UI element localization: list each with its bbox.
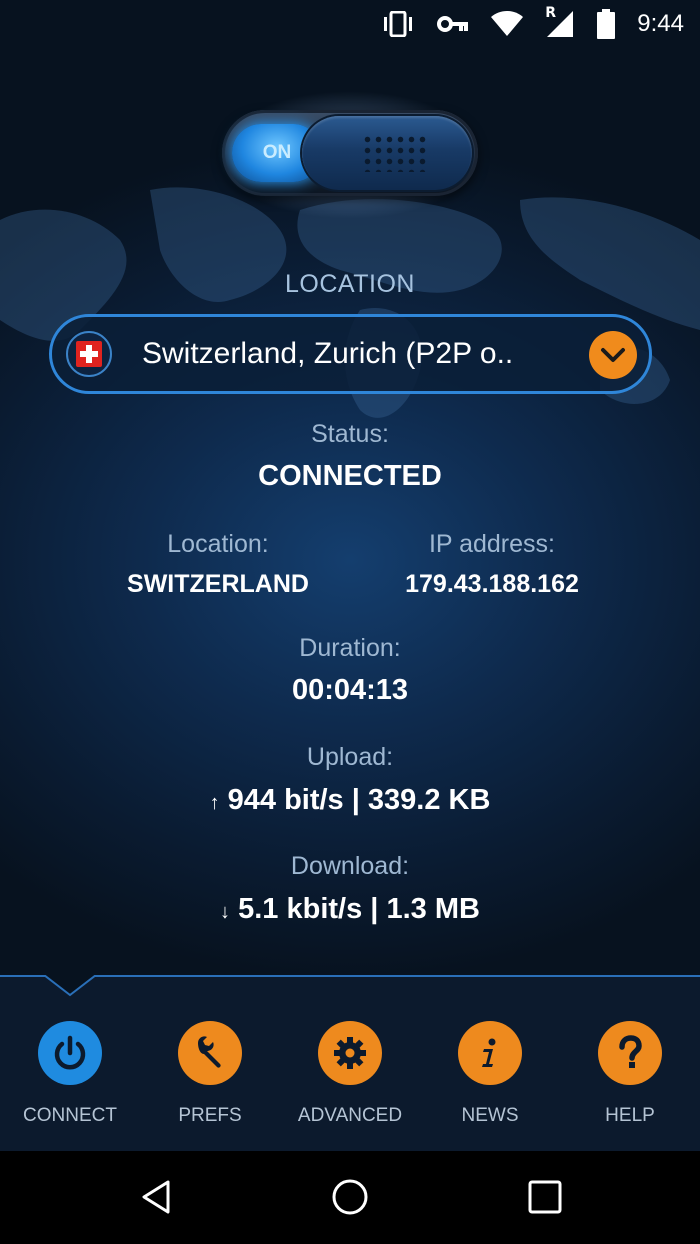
download-label: Download:	[290, 852, 410, 880]
nav-advanced-circle	[318, 1021, 382, 1085]
status-label: Status:	[311, 420, 389, 448]
vpn-key-icon	[437, 16, 469, 32]
location-heading: LOCATION	[285, 270, 415, 298]
nav-advanced[interactable]: ADVANCED	[280, 1021, 420, 1127]
ip-label: IP address:	[428, 530, 555, 558]
nav-advanced-label: ADVANCED	[297, 1105, 403, 1126]
gear-icon	[334, 1037, 366, 1069]
nav-connect[interactable]: CONNECT	[0, 1021, 140, 1127]
toggle-knob[interactable]	[302, 116, 472, 190]
system-navigation-bar	[0, 1151, 700, 1244]
vpn-toggle-switch[interactable]: ON	[222, 110, 478, 196]
ip-value: 179.43.188.162	[405, 570, 579, 598]
vibrate-icon	[384, 11, 413, 37]
nav-news[interactable]: NEWS	[420, 1021, 560, 1127]
nav-connect-label: CONNECT	[23, 1105, 117, 1126]
recents-icon[interactable]	[528, 1180, 562, 1214]
wrench-icon	[198, 1036, 221, 1068]
nav-prefs-circle	[178, 1021, 242, 1085]
location-value: SWITZERLAND	[127, 570, 309, 598]
upload-value-row: ↑ 944 bit/s | 339.2 KB	[0, 784, 700, 817]
nav-help-circle	[598, 1021, 662, 1085]
download-arrow-icon: ↓	[220, 901, 231, 923]
nav-prefs[interactable]: PREFS	[140, 1021, 280, 1127]
wifi-icon	[491, 11, 524, 36]
location-dropdown-button[interactable]	[589, 331, 637, 379]
nav-news-label: NEWS	[461, 1105, 519, 1126]
status-value: CONNECTED	[258, 460, 442, 492]
nav-connect-circle	[38, 1021, 102, 1085]
bottom-navigation: CONNECT PREFS ADVANCED NEWS HELP	[0, 975, 700, 1151]
upload-arrow-icon: ↑	[209, 792, 220, 814]
download-value-row: ↓ 5.1 kbit/s | 1.3 MB	[0, 893, 700, 926]
chevron-down-icon	[601, 348, 625, 362]
duration-label: Duration:	[299, 634, 401, 662]
location-label: Location:	[167, 530, 269, 558]
active-tab-notch	[44, 975, 96, 997]
switzerland-flag-icon	[76, 341, 102, 367]
app-screen: R 9:44 ON LOCATION Switzerland, Zurich (…	[0, 0, 700, 975]
upload-label: Upload:	[306, 743, 394, 771]
power-icon	[54, 1035, 86, 1070]
flag-ring	[66, 331, 112, 377]
signal-roaming-icon: R	[545, 5, 575, 39]
knob-grip-icon	[362, 134, 426, 172]
clock: 9:44	[637, 10, 684, 37]
battery-icon	[597, 9, 616, 39]
home-icon[interactable]	[331, 1178, 369, 1216]
nav-help-label: HELP	[605, 1105, 655, 1126]
question-icon	[619, 1035, 642, 1068]
location-selector[interactable]: Switzerland, Zurich (P2P o..	[49, 314, 652, 394]
duration-value: 00:04:13	[291, 674, 409, 706]
selected-location: Switzerland, Zurich (P2P o..	[142, 337, 514, 370]
nav-prefs-label: PREFS	[178, 1105, 242, 1126]
nav-news-circle	[458, 1021, 522, 1085]
info-icon	[482, 1038, 496, 1067]
download-value: 5.1 kbit/s | 1.3 MB	[238, 893, 480, 925]
upload-value: 944 bit/s | 339.2 KB	[227, 784, 491, 816]
status-bar: R 9:44	[0, 0, 700, 48]
nav-help[interactable]: HELP	[560, 1021, 700, 1127]
back-icon[interactable]	[138, 1179, 174, 1215]
